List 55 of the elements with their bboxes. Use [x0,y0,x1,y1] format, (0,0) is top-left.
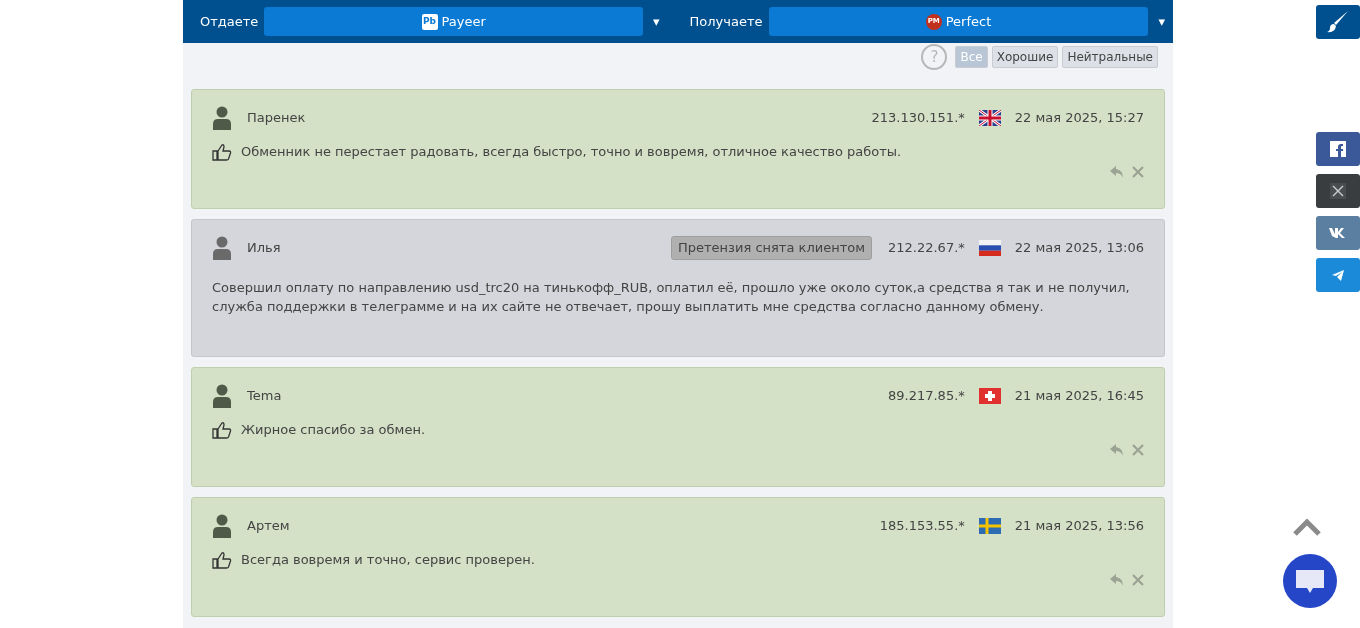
scroll-up-icon[interactable] [1292,518,1322,536]
reply-icon[interactable] [1110,165,1124,178]
thumbs-up-icon [212,420,232,439]
caret-icon[interactable]: ▾ [653,11,660,32]
get-label: Получаете [689,12,763,31]
x-button[interactable] [1316,174,1360,208]
facebook-button[interactable] [1316,132,1360,166]
ip-address: 213.130.151.* [871,109,965,128]
author-name: Tema [247,387,282,406]
reply-icon[interactable] [1110,573,1124,586]
ip-address: 212.22.67.* [888,239,965,258]
flag-icon [978,518,1001,534]
ip-address: 185.153.55.* [879,517,965,536]
thumbs-up-icon [212,142,232,161]
review-date: 21 мая 2025, 16:45 [1014,387,1144,406]
filter-button[interactable]: Нейтральные [1062,46,1158,68]
review-date: 22 мая 2025, 15:27 [1014,109,1144,128]
author-name: Паренек [247,109,306,128]
review-text: Совершил оплату по направлению usd_trc20 на тинькофф_RUB, оплатил её, прошло уже около суток,а средства я так и не получил, служба поддержки в телеграмме и на их сайте не отвечает, прошу выплатить мне средства согласно данному обмену. [212,279,1131,316]
review-text: Обменник не перестает радовать, всегда быстро, точно и вовремя, отличное качество работы. [241,143,902,161]
close-icon[interactable] [1132,165,1144,178]
user-icon [212,384,232,408]
vk-icon [1329,228,1347,238]
user-icon [212,236,232,260]
review-text: Жирное спасибо за обмен. [241,421,426,439]
vk-button[interactable] [1316,216,1360,250]
flag-icon [978,110,1001,126]
close-icon[interactable] [1132,573,1144,586]
paper-plane-icon [1332,269,1344,281]
claim-status-label: Претензия снята клиентом [671,236,872,260]
flag-icon [978,240,1001,256]
x-icon [1330,183,1346,199]
user-icon [212,514,232,538]
give-label: Отдаете [200,12,259,31]
caret-icon[interactable]: ▾ [1158,11,1165,32]
thumbs-up-icon [212,550,232,569]
facebook-icon [1330,141,1346,157]
ip-address: 89.217.85.* [888,387,965,406]
reply-icon[interactable] [1110,443,1124,456]
give-currency-select[interactable]: Pb Payeer [264,7,644,36]
author-name: Илья [247,239,281,258]
paint-brush-button[interactable] [1316,5,1360,39]
speech-bubble-icon [1294,567,1326,595]
chat-button[interactable] [1283,554,1337,608]
review-text: Всегда вовремя и точно, сервис проверен. [241,551,535,569]
flag-icon [978,388,1001,404]
payeer-logo-icon: Pb [421,13,438,30]
close-icon[interactable] [1132,443,1144,456]
filter-button[interactable]: Хорошие [991,46,1059,68]
paint-brush-icon [1326,10,1350,34]
review-date: 22 мая 2025, 13:06 [1014,239,1144,258]
telegram-button[interactable] [1316,258,1360,292]
user-icon [212,106,232,130]
author-name: Артем [247,517,290,536]
review-date: 21 мая 2025, 13:56 [1014,517,1144,536]
